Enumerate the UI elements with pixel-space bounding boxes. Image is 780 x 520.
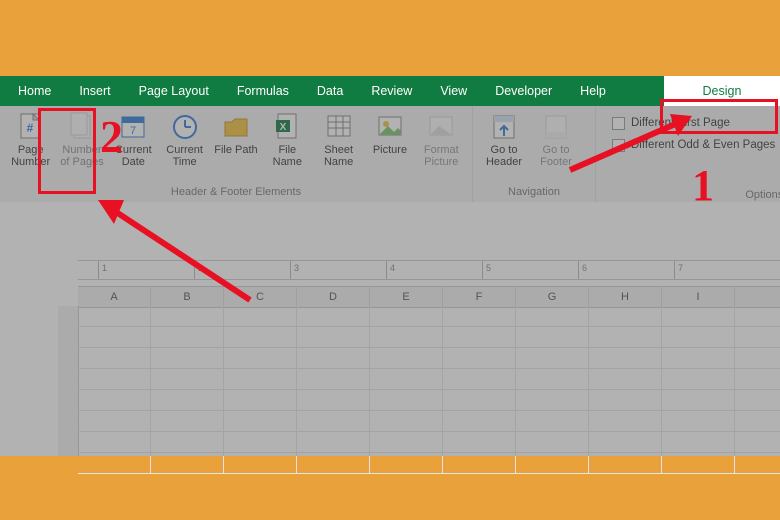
tab-view[interactable]: View	[426, 76, 481, 106]
ribbon-tabbar: Home Insert Page Layout Formulas Data Re…	[0, 76, 780, 106]
sheet-icon	[314, 110, 363, 144]
group-navigation: Go to Header Go to Footer Navigation	[473, 106, 596, 202]
file-path-button[interactable]: File Path	[211, 108, 260, 170]
clock-icon	[160, 110, 209, 144]
column-header[interactable]: E	[370, 287, 443, 307]
different-first-page-option[interactable]: Different First Page	[612, 112, 775, 134]
file-name-button[interactable]: X File Name	[263, 108, 312, 170]
column-header[interactable]: B	[151, 287, 224, 307]
table-row	[78, 390, 780, 411]
excel-window: Home Insert Page Layout Formulas Data Re…	[0, 76, 780, 456]
current-date-button[interactable]: 7 Current Date	[109, 108, 158, 170]
table-row	[78, 348, 780, 369]
tab-formulas[interactable]: Formulas	[223, 76, 303, 106]
picture-icon	[365, 110, 414, 144]
tab-data[interactable]: Data	[303, 76, 357, 106]
worksheet-area: 1234567 ABCDEFGHI	[0, 202, 780, 456]
table-row	[78, 306, 780, 327]
cells-grid[interactable]	[78, 306, 780, 456]
format-picture-button: Format Picture	[417, 108, 466, 170]
svg-text:X: X	[280, 122, 287, 133]
different-odd-even-option[interactable]: Different Odd & Even Pages	[612, 134, 775, 156]
group-options: Different First Page Different Odd & Eve…	[596, 106, 780, 202]
svg-text:#: #	[26, 121, 33, 135]
column-headers: ABCDEFGHI	[78, 286, 780, 308]
table-row	[78, 432, 780, 453]
tab-help[interactable]: Help	[566, 76, 620, 106]
calendar-icon: 7	[109, 110, 158, 144]
go-to-footer-button[interactable]: Go to Footer	[531, 108, 581, 170]
excel-file-icon: X	[263, 110, 312, 144]
group-header-footer-elements: # Page Number Number of Pages 7 Current …	[0, 106, 473, 202]
picture-button[interactable]: Picture	[365, 108, 414, 170]
current-time-button[interactable]: Current Time	[160, 108, 209, 170]
checkbox-icon	[612, 117, 625, 130]
ribbon: # Page Number Number of Pages 7 Current …	[0, 106, 780, 203]
column-header[interactable]: H	[589, 287, 662, 307]
table-row	[78, 327, 780, 348]
sheet-name-button[interactable]: Sheet Name	[314, 108, 363, 170]
row-headers	[58, 306, 79, 456]
column-header[interactable]: F	[443, 287, 516, 307]
column-header[interactable]: G	[516, 287, 589, 307]
table-row	[78, 369, 780, 390]
format-picture-icon	[417, 110, 466, 144]
tab-page-layout[interactable]: Page Layout	[125, 76, 223, 106]
column-header[interactable]: C	[224, 287, 297, 307]
tab-home[interactable]: Home	[4, 76, 65, 106]
svg-text:7: 7	[130, 125, 136, 137]
folder-icon	[211, 110, 260, 144]
checkbox-icon	[612, 139, 625, 152]
number-of-pages-button[interactable]: Number of Pages	[57, 108, 106, 170]
column-header[interactable]: D	[297, 287, 370, 307]
go-to-header-button[interactable]: Go to Header	[479, 108, 529, 170]
tab-developer[interactable]: Developer	[481, 76, 566, 106]
group-label-options: Options	[745, 189, 780, 201]
table-row	[78, 411, 780, 432]
horizontal-ruler: 1234567	[78, 260, 780, 280]
tab-design[interactable]: Design	[664, 76, 780, 106]
group-label-nav: Navigation	[479, 186, 589, 202]
go-to-header-icon	[479, 110, 529, 144]
column-header[interactable]: I	[662, 287, 735, 307]
number-of-pages-icon	[57, 110, 106, 144]
tab-insert[interactable]: Insert	[65, 76, 124, 106]
go-to-footer-icon	[531, 110, 581, 144]
page-number-button[interactable]: # Page Number	[6, 108, 55, 170]
page-number-icon: #	[6, 110, 55, 144]
group-label-hf: Header & Footer Elements	[6, 186, 466, 202]
tab-review[interactable]: Review	[357, 76, 426, 106]
column-header[interactable]: A	[78, 287, 151, 307]
table-row	[78, 453, 780, 474]
